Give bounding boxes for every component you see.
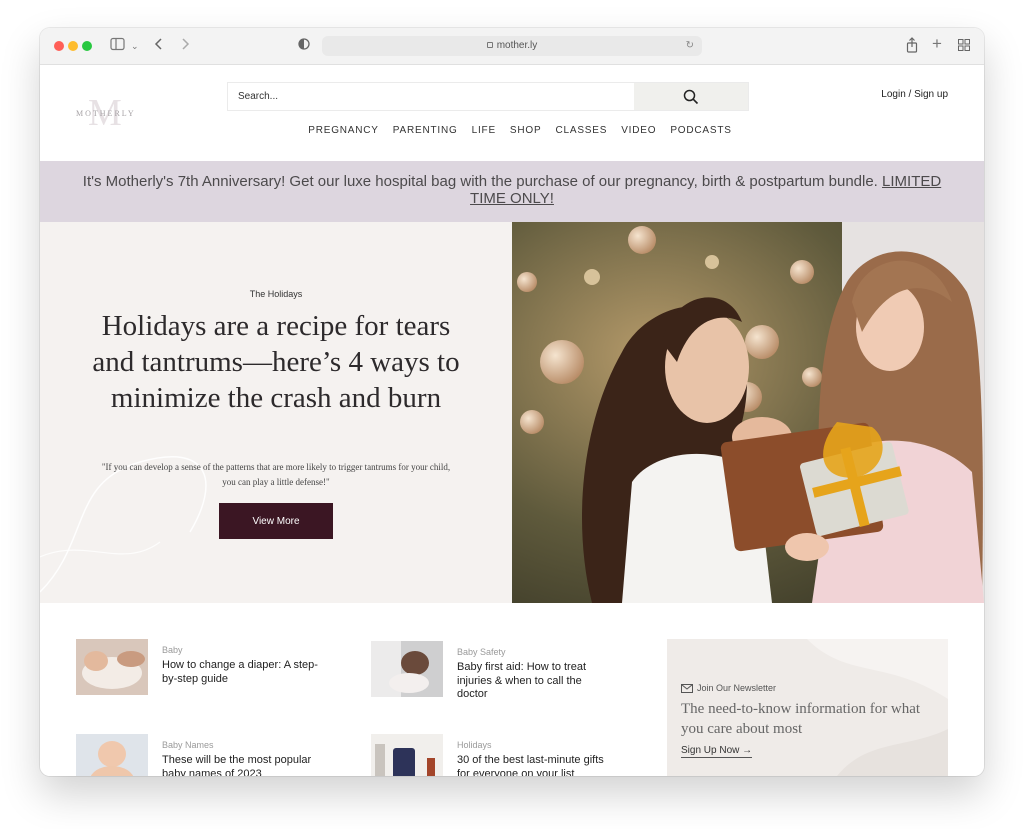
article-title[interactable]: How to change a diaper: A step-by-step g… (162, 659, 320, 686)
signup-now-link[interactable]: Sign Up Now → (681, 745, 753, 758)
search-button[interactable] (634, 83, 748, 110)
article-list: Baby How to change a diaper: A step-by-s… (40, 603, 984, 776)
hero-title[interactable]: Holidays are a recipe for tears and tant… (80, 308, 472, 416)
new-tab-icon[interactable]: + (932, 35, 942, 53)
sidebar-icon[interactable] (110, 37, 126, 55)
logo-wordmark: MOTHERLY (76, 109, 136, 118)
nav-parenting[interactable]: PARENTING (393, 125, 458, 136)
promo-text: It's Motherly's 7th Anniversary! Get our… (82, 173, 883, 190)
newsletter-label-text: Join Our Newsletter (697, 683, 777, 693)
article-category: Baby (162, 645, 183, 655)
site-header: M MOTHERLY Login / Sign up PREGNANCY PAR… (40, 65, 984, 161)
article-title[interactable]: Baby first aid: How to treat injuries & … (457, 661, 615, 702)
hero-text-panel: The Holidays Holidays are a recipe for t… (40, 222, 512, 603)
nav-classes[interactable]: CLASSES (555, 125, 607, 136)
article-card[interactable]: Baby Safety Baby first aid: How to treat… (371, 641, 621, 701)
reload-icon[interactable]: ↻ (686, 36, 694, 56)
minimize-window-button[interactable] (68, 41, 78, 51)
nav-podcasts[interactable]: PODCASTS (670, 125, 731, 136)
lock-icon (486, 42, 493, 48)
browser-toolbar: ⌄ mother.ly ↻ + (40, 28, 984, 65)
search-icon (683, 89, 699, 104)
hero-image[interactable] (512, 222, 984, 603)
decorative-swirl (40, 456, 207, 593)
article-thumbnail (371, 734, 443, 776)
newsletter-box: Join Our Newsletter The need-to-know inf… (667, 639, 948, 776)
tab-overview-icon[interactable] (958, 37, 970, 55)
article-thumbnail (76, 734, 148, 776)
article-title[interactable]: 30 of the best last-minute gifts for eve… (457, 754, 615, 776)
hero-section: The Holidays Holidays are a recipe for t… (40, 222, 984, 603)
view-more-button[interactable]: View More (219, 503, 333, 539)
forward-icon[interactable] (180, 37, 190, 55)
back-icon[interactable] (154, 37, 164, 55)
article-card[interactable]: Baby Names These will be the most popula… (76, 734, 326, 776)
nav-life[interactable]: LIFE (472, 125, 496, 136)
mail-icon (681, 683, 693, 693)
privacy-shield-icon[interactable] (298, 37, 310, 55)
hero-category[interactable]: The Holidays (40, 289, 512, 299)
browser-window: ⌄ mother.ly ↻ + M MOTHERLY Search... Log… (40, 28, 984, 776)
promo-banner: It's Motherly's 7th Anniversary! Get our… (40, 161, 984, 222)
share-icon[interactable] (906, 37, 918, 55)
search-bar (227, 82, 749, 111)
hero-quote: "If you can develop a sense of the patte… (101, 462, 451, 487)
article-category: Baby Safety (457, 647, 506, 657)
article-thumbnail (76, 639, 148, 695)
main-nav: PREGNANCY PARENTING LIFE SHOP CLASSES VI… (40, 125, 984, 136)
article-card[interactable]: Holidays 30 of the best last-minute gift… (371, 734, 621, 776)
article-title[interactable]: These will be the most popular baby name… (162, 754, 320, 776)
search-input[interactable] (228, 83, 634, 110)
article-category: Baby Names (162, 740, 214, 750)
article-thumbnail (371, 641, 443, 697)
zoom-window-button[interactable] (82, 41, 92, 51)
article-category: Holidays (457, 740, 492, 750)
article-card[interactable]: Baby How to change a diaper: A step-by-s… (76, 639, 326, 699)
newsletter-label: Join Our Newsletter (681, 683, 776, 693)
nav-pregnancy[interactable]: PREGNANCY (308, 125, 379, 136)
nav-shop[interactable]: SHOP (510, 125, 542, 136)
login-signup-link[interactable]: Login / Sign up (881, 89, 948, 100)
url-text: mother.ly (496, 40, 538, 51)
address-bar[interactable]: mother.ly ↻ (322, 36, 702, 56)
newsletter-title: The need-to-know information for what yo… (681, 701, 921, 737)
nav-video[interactable]: VIDEO (621, 125, 656, 136)
close-window-button[interactable] (54, 41, 64, 51)
chevron-down-icon[interactable]: ⌄ (131, 37, 139, 55)
